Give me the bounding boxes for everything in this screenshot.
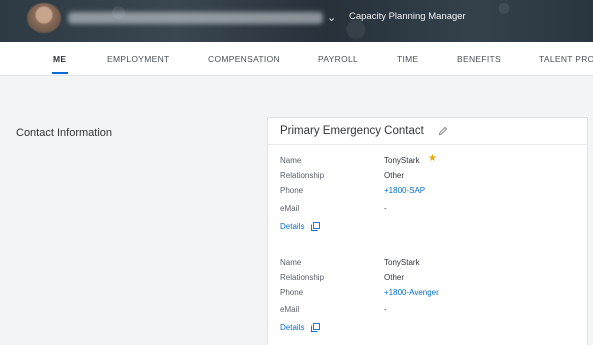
relationship-label: Relationship <box>280 273 325 282</box>
name-label: Name <box>280 258 302 267</box>
tab-time[interactable]: TIME <box>397 54 419 64</box>
contact-name: TonyStark <box>384 156 420 165</box>
role-title[interactable]: Capacity Planning Manager <box>349 11 466 22</box>
email-label: eMail <box>280 204 300 213</box>
tab-talent-profile[interactable]: TALENT PRO <box>539 54 593 64</box>
avatar[interactable] <box>27 3 61 33</box>
card-title: Primary Emergency Contact <box>280 125 424 137</box>
contact-relationship: Other <box>384 273 405 282</box>
emergency-contact-card: Primary Emergency Contact Name TonyStark… <box>267 117 588 345</box>
shell-header: ⌄ Capacity Planning Manager <box>0 0 593 42</box>
user-name-redacted[interactable] <box>68 12 323 24</box>
section-title: Contact Information <box>16 127 112 139</box>
contact-email: - <box>384 204 387 213</box>
tab-bar: ME EMPLOYMENT COMPENSATION PAYROLL TIME … <box>0 42 593 76</box>
copy-icon[interactable] <box>311 323 320 332</box>
contact-name: TonyStark <box>384 258 420 267</box>
email-label: eMail <box>280 305 300 314</box>
copy-icon[interactable] <box>311 222 320 231</box>
details-link[interactable]: Details <box>280 323 304 332</box>
name-label: Name <box>280 156 302 165</box>
contact-email: - <box>384 305 387 314</box>
phone-label: Phone <box>280 288 304 297</box>
tab-employment[interactable]: EMPLOYMENT <box>107 54 170 64</box>
contact-relationship: Other <box>384 171 405 180</box>
contact-phone-link[interactable]: +1800-SAP <box>384 186 425 195</box>
star-icon: ★ <box>428 153 437 164</box>
relationship-label: Relationship <box>280 171 325 180</box>
tab-me[interactable]: ME <box>53 54 66 64</box>
card-header: Primary Emergency Contact <box>268 118 587 145</box>
tab-benefits[interactable]: BENEFITS <box>457 54 501 64</box>
contact-phone-link[interactable]: +1800-Avenger <box>384 288 439 297</box>
details-link[interactable]: Details <box>280 222 304 231</box>
phone-label: Phone <box>280 186 304 195</box>
active-tab-indicator <box>52 72 68 74</box>
pencil-icon[interactable] <box>438 126 448 136</box>
tab-payroll[interactable]: PAYROLL <box>318 54 358 64</box>
chevron-down-icon[interactable]: ⌄ <box>327 12 339 24</box>
tab-compensation[interactable]: COMPENSATION <box>208 54 280 64</box>
